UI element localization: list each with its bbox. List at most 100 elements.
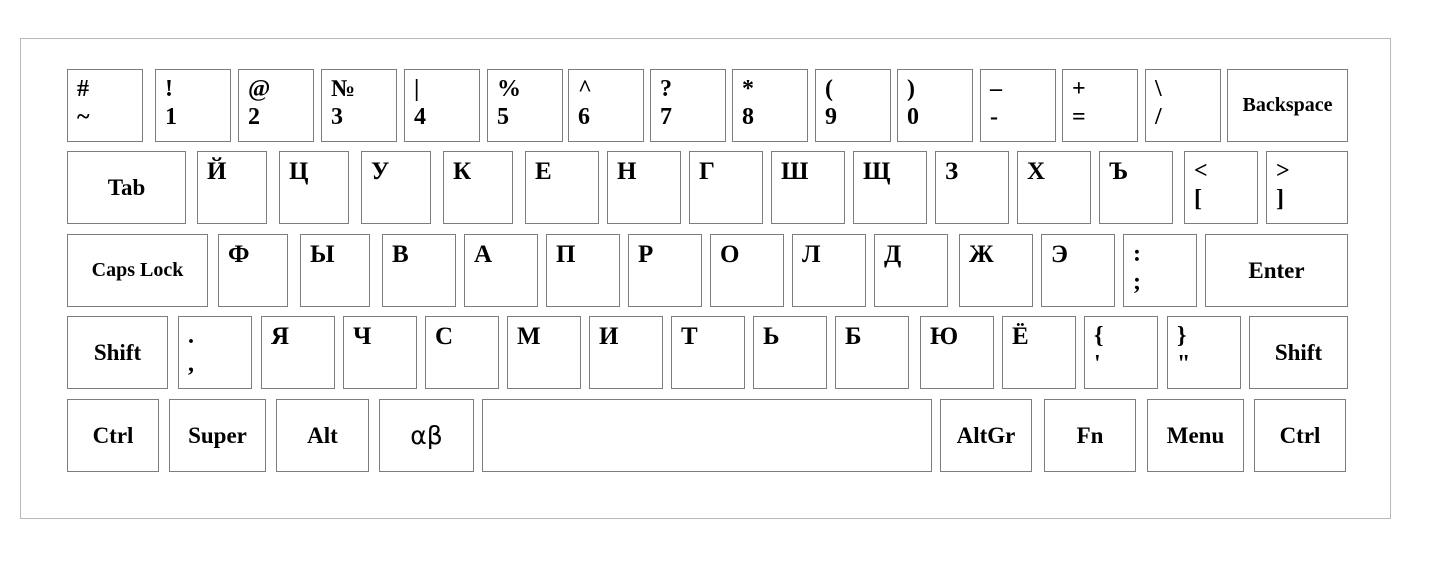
key-semicolon-base-legend: ;	[1133, 269, 1141, 295]
key-equal-shift-legend: +	[1072, 76, 1086, 102]
key-6[interactable]: ^ 6	[568, 69, 644, 142]
key-5-shift-legend: %	[497, 76, 521, 102]
key-menu[interactable]: Menu	[1147, 399, 1244, 472]
key-yo[interactable]: Ё	[1002, 316, 1076, 389]
key-equal[interactable]: + =	[1062, 69, 1138, 142]
key-soft-sign[interactable]: Ь	[753, 316, 827, 389]
key-i-legend: И	[599, 323, 619, 350]
key-el[interactable]: Л	[792, 234, 866, 307]
key-i[interactable]: И	[589, 316, 663, 389]
key-0[interactable]: ) 0	[897, 69, 973, 142]
key-shcha[interactable]: Щ	[853, 151, 927, 224]
key-brace-right[interactable]: } "	[1167, 316, 1241, 389]
key-ef[interactable]: Ф	[218, 234, 288, 307]
key-7[interactable]: ? 7	[650, 69, 726, 142]
key-shift-left[interactable]: Shift	[67, 316, 168, 389]
key-e-reversed-legend: Э	[1051, 241, 1068, 268]
key-backslash[interactable]: \ /	[1145, 69, 1221, 142]
key-ctrl-right[interactable]: Ctrl	[1254, 399, 1346, 472]
key-es[interactable]: С	[425, 316, 499, 389]
key-te[interactable]: Т	[671, 316, 745, 389]
key-de[interactable]: Д	[874, 234, 948, 307]
key-brace-right-base-legend: "	[1177, 351, 1191, 377]
key-bracket-right[interactable]: >]	[1266, 151, 1348, 224]
key-brace-left[interactable]: {'	[1084, 316, 1158, 389]
key-2[interactable]: @2	[238, 69, 314, 142]
key-super[interactable]: Super	[169, 399, 266, 472]
key-ha[interactable]: Х	[1017, 151, 1091, 224]
key-er[interactable]: Р	[628, 234, 702, 307]
key-yu-legend: Ю	[930, 323, 959, 350]
key-5[interactable]: % 5	[487, 69, 563, 142]
key-pe[interactable]: П	[546, 234, 620, 307]
key-minus[interactable]: – -	[980, 69, 1056, 142]
key-backspace[interactable]: Backspace	[1227, 69, 1348, 142]
key-layout-switch[interactable]: αβ	[379, 399, 474, 472]
key-be[interactable]: Б	[835, 316, 909, 389]
key-short-i[interactable]: Й	[197, 151, 267, 224]
key-tab-label: Tab	[107, 174, 146, 200]
key-1-shift-legend: !	[165, 76, 173, 102]
key-yeru[interactable]: Ы	[300, 234, 370, 307]
key-bracket-left[interactable]: <[	[1184, 151, 1258, 224]
key-de-legend: Д	[884, 241, 902, 268]
key-ya[interactable]: Я	[261, 316, 335, 389]
key-semicolon[interactable]: :;	[1123, 234, 1197, 307]
key-4[interactable]: | 4	[404, 69, 480, 142]
bottom-letter-row: Shift., Я Ч С М И Т Ь Б Ю Ё{'} " Shift	[21, 316, 1390, 389]
key-9-shift-legend: (	[825, 76, 833, 102]
key-8-base-legend: 8	[742, 104, 754, 130]
key-semicolon-shift-legend: :	[1133, 241, 1141, 267]
key-hard-sign[interactable]: Ъ	[1099, 151, 1173, 224]
key-o-legend: О	[720, 241, 740, 268]
key-7-shift-legend: ?	[660, 76, 672, 102]
key-ze[interactable]: З	[935, 151, 1009, 224]
key-ctrl-left-label: Ctrl	[92, 422, 134, 448]
key-4-shift-legend: |	[414, 76, 420, 102]
key-er-legend: Р	[638, 241, 654, 268]
key-e-reversed[interactable]: Э	[1041, 234, 1115, 307]
key-em[interactable]: М	[507, 316, 581, 389]
keyboard-frame: # ~! 1 @2 № 3 | 4% 5 ^ 6? 7 * 8(9) 0– - + = \ / Backspace Tab…	[20, 38, 1391, 519]
key-ctrl-left[interactable]: Ctrl	[67, 399, 159, 472]
key-2-base-legend: 2	[248, 104, 260, 130]
key-7-base-legend: 7	[660, 104, 672, 130]
key-o[interactable]: О	[710, 234, 784, 307]
key-enter[interactable]: Enter	[1205, 234, 1348, 307]
key-el-legend: Л	[802, 241, 821, 268]
key-ka[interactable]: К	[443, 151, 513, 224]
key-tilde[interactable]: # ~	[67, 69, 143, 142]
key-period[interactable]: .,	[178, 316, 252, 389]
key-minus-base-legend: -	[990, 104, 998, 130]
key-shift-right[interactable]: Shift	[1249, 316, 1348, 389]
key-yu[interactable]: Ю	[920, 316, 994, 389]
key-ze-legend: З	[945, 158, 959, 185]
key-8[interactable]: * 8	[732, 69, 808, 142]
number-row: # ~! 1 @2 № 3 | 4% 5 ^ 6? 7 * 8(9) 0– - + = \ / Backspace	[21, 69, 1390, 142]
key-ya-legend: Я	[271, 323, 290, 350]
key-alt-left[interactable]: Alt	[276, 399, 369, 472]
key-space[interactable]	[482, 399, 932, 472]
key-ie[interactable]: Е	[525, 151, 599, 224]
key-che[interactable]: Ч	[343, 316, 417, 389]
key-sha[interactable]: Ш	[771, 151, 845, 224]
key-1-base-legend: 1	[165, 104, 177, 130]
key-ie-legend: Е	[535, 158, 552, 185]
key-zhe[interactable]: Ж	[959, 234, 1033, 307]
key-caps-lock[interactable]: Caps Lock	[67, 234, 208, 307]
key-short-i-legend: Й	[207, 158, 227, 185]
key-fn[interactable]: Fn	[1044, 399, 1136, 472]
key-ghe[interactable]: Г	[689, 151, 763, 224]
key-a[interactable]: А	[464, 234, 538, 307]
key-u[interactable]: У	[361, 151, 431, 224]
key-3[interactable]: № 3	[321, 69, 397, 142]
key-altgr[interactable]: AltGr	[940, 399, 1032, 472]
key-tab[interactable]: Tab	[67, 151, 186, 224]
key-1[interactable]: ! 1	[155, 69, 231, 142]
key-backslash-base-legend: /	[1155, 104, 1162, 130]
key-tse[interactable]: Ц	[279, 151, 349, 224]
key-ctrl-right-label: Ctrl	[1279, 422, 1321, 448]
key-ve[interactable]: В	[382, 234, 456, 307]
key-en[interactable]: Н	[607, 151, 681, 224]
key-9[interactable]: (9	[815, 69, 891, 142]
